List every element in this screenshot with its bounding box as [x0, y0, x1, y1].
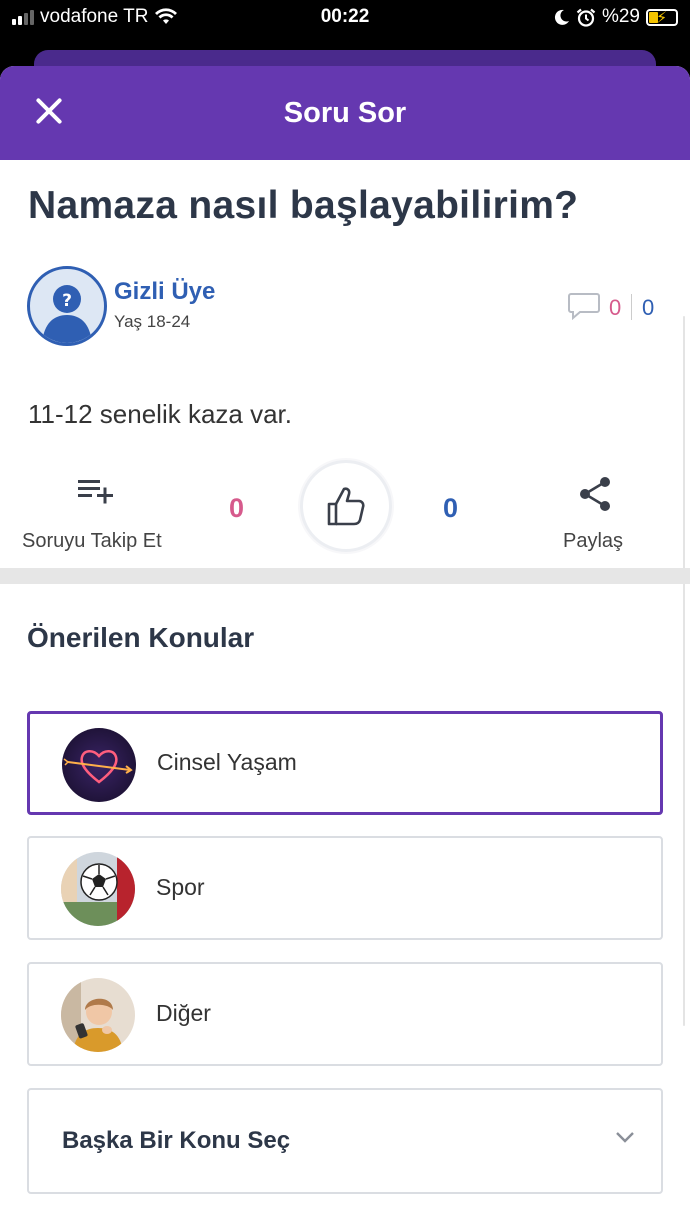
header: Soru Sor	[0, 66, 690, 160]
woman-with-phone-image	[61, 978, 135, 1052]
share-icon[interactable]	[578, 476, 612, 512]
author-name[interactable]: Gizli Üye	[114, 278, 215, 306]
section-divider	[0, 568, 690, 584]
share-button[interactable]: Paylaş	[563, 530, 623, 553]
alarm-icon	[576, 8, 596, 27]
battery-percent: %29	[601, 6, 640, 27]
topic-label: Diğer	[156, 1000, 211, 1026]
suggested-topics-title: Önerilen Konular	[27, 622, 255, 653]
svg-text:?: ?	[62, 291, 72, 311]
topic-option-cinsel-yasam[interactable]: Cinsel Yaşam	[27, 711, 663, 815]
comment-count-pink: 0	[609, 295, 622, 320]
thumbs-up-icon	[327, 487, 365, 526]
like-button[interactable]	[300, 460, 392, 552]
question-body: 11-12 senelik kaza var.	[28, 399, 292, 429]
like-count-blue: 0	[443, 493, 459, 523]
anonymous-user-icon: ?	[42, 285, 92, 343]
other-topic-label: Başka Bir Konu Seç	[62, 1127, 291, 1154]
avatar[interactable]: ?	[27, 266, 107, 346]
soccer-ball-image	[61, 852, 135, 926]
other-topic-select[interactable]: Başka Bir Konu Seç	[27, 1088, 663, 1194]
question-title: Namaza nasıl başlayabilirim?	[28, 184, 579, 227]
header-title: Soru Sor	[283, 97, 407, 129]
scrollbar[interactable]	[683, 316, 685, 1026]
battery-charging-icon: ⚡	[646, 8, 678, 27]
follow-question-button[interactable]: Soruyu Takip Et	[22, 530, 162, 553]
chevron-down-icon	[616, 1132, 634, 1143]
like-count-pink: 0	[229, 493, 245, 523]
comment-icon	[568, 293, 600, 320]
comment-count-blue: 0	[642, 295, 655, 320]
topic-label: Cinsel Yaşam	[157, 749, 297, 775]
playlist-add-icon[interactable]	[78, 478, 114, 504]
topic-option-spor[interactable]: Spor	[27, 836, 663, 940]
neon-heart-image	[62, 728, 136, 802]
ask-question-sheet: Soru Sor Namaza nasıl başlayabilirim? ? …	[0, 66, 690, 1227]
status-right: %29 ⚡	[554, 6, 678, 28]
topic-label: Spor	[156, 874, 205, 900]
moon-icon	[554, 9, 569, 25]
status-bar: vodafone TR 00:22 %29 ⚡	[0, 0, 690, 40]
author-age: Yaş 18-24	[114, 312, 191, 331]
topic-option-diger[interactable]: Diğer	[27, 962, 663, 1066]
count-separator	[631, 294, 632, 320]
